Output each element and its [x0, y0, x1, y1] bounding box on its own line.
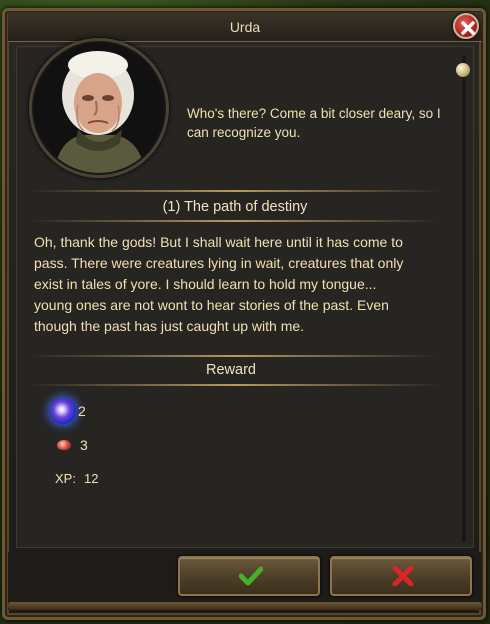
npc-name-title: Urda: [229, 19, 261, 35]
quest-title: (1) The path of destiny: [162, 199, 308, 215]
quest-description: Oh, thank the gods! But I shall wait her…: [34, 234, 404, 334]
reward-xp: XP: 12: [55, 471, 98, 486]
reward-item-orb: 2: [50, 398, 86, 424]
scrollbar-track[interactable]: [462, 56, 466, 542]
divider-reward-top: [30, 355, 440, 357]
x-icon: [392, 566, 414, 586]
reward-orb-amount: 2: [78, 403, 86, 419]
close-icon: [461, 21, 475, 35]
magic-orb-icon: [50, 398, 76, 424]
decline-button[interactable]: [330, 556, 472, 596]
scrollbar-thumb[interactable]: [456, 63, 470, 77]
reward-item-meat: 3: [57, 437, 88, 453]
npc-greeting-text: Who's there? Come a bit closer deary, so…: [187, 106, 441, 140]
divider-reward-bottom: [30, 384, 440, 386]
xp-label: XP:: [55, 471, 76, 486]
meat-icon: [57, 440, 71, 450]
bottom-frame-bar: [8, 602, 482, 610]
reward-meat-amount: 3: [80, 437, 88, 453]
npc-portrait: [34, 43, 164, 173]
accept-button[interactable]: [178, 556, 320, 596]
divider-quest: [30, 220, 440, 222]
checkmark-icon: [239, 566, 263, 586]
xp-value: 12: [83, 471, 99, 486]
divider-top: [30, 190, 440, 192]
reward-heading: Reward: [206, 362, 256, 378]
close-button[interactable]: [453, 13, 479, 39]
